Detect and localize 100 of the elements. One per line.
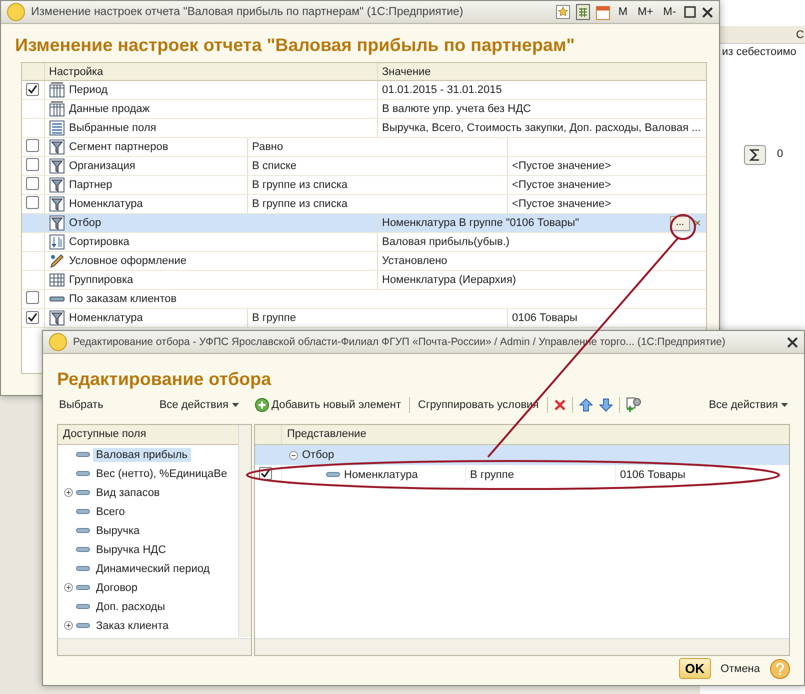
settings-row[interactable]: По заказам клиентов: [22, 290, 706, 309]
expand-icon[interactable]: [64, 621, 73, 630]
settings-icon[interactable]: [626, 397, 642, 413]
field-item[interactable]: Выручка: [93, 524, 143, 538]
actions-menu[interactable]: Все действия: [157, 399, 240, 411]
column-header: Представление: [281, 425, 789, 444]
checkbox[interactable]: [26, 158, 39, 171]
help-icon[interactable]: [770, 658, 790, 678]
down-arrow-icon[interactable]: [598, 398, 613, 412]
sort-icon: [49, 234, 65, 250]
form-heading: Редактирование отбора: [56, 368, 272, 391]
delete-icon[interactable]: [554, 399, 566, 411]
settings-row[interactable]: Выбранные поля Выручка, Всего, Стоимость закупки, Доп. расходы, Валовая ...: [22, 119, 706, 138]
group-label[interactable]: Отбор: [302, 449, 334, 461]
settings-row[interactable]: Партнер В группе из списка <Пустое значение>: [22, 176, 706, 195]
setting-value: Номенклатура В группе "0106 Товары": [382, 217, 580, 229]
column-header: Настройка: [44, 63, 377, 80]
settings-row[interactable]: Номенклатура В группе 0106 Товары: [22, 309, 706, 328]
setting-name: Условное оформление: [69, 255, 186, 267]
setting-name: Номенклатура: [69, 312, 143, 324]
sum-button[interactable]: [744, 145, 766, 165]
scrollbar[interactable]: [58, 638, 251, 655]
setting-name: Партнер: [69, 179, 112, 191]
scrollbar[interactable]: [255, 638, 789, 655]
filter-icon: [49, 177, 65, 193]
checkbox[interactable]: [26, 196, 39, 209]
setting-name: Отбор: [69, 217, 102, 229]
field-icon: [76, 547, 90, 552]
field-item[interactable]: Вес (нетто), %ЕдиницаВе: [93, 466, 230, 480]
actions-menu[interactable]: Все действия: [706, 399, 790, 411]
collapse-icon[interactable]: [289, 450, 298, 460]
settings-row[interactable]: Отбор Номенклатура В группе "0106 Товары" ... ×: [22, 214, 706, 233]
close-icon[interactable]: [787, 336, 798, 348]
filter-icon: [49, 196, 65, 212]
field-icon: [76, 471, 90, 476]
condition-cell: В группе: [465, 465, 615, 484]
setting-value: Валовая прибыль(убыв.): [382, 236, 510, 248]
field-item[interactable]: Договор: [93, 580, 141, 594]
memory-button[interactable]: M-: [661, 6, 678, 18]
setting-name: Сегмент партнеров: [69, 141, 168, 153]
expand-icon[interactable]: [64, 583, 73, 592]
settings-row[interactable]: Сегмент партнеров Равно: [22, 138, 706, 157]
condition-value: Равно: [252, 141, 284, 153]
checkbox[interactable]: [26, 82, 39, 96]
filter-icon: [49, 310, 65, 326]
settings-row[interactable]: Период 01.01.2015 - 31.01.2015: [22, 81, 706, 100]
columns-icon: [49, 82, 65, 98]
setting-name: Период: [69, 84, 108, 96]
setting-name: Данные продаж: [69, 103, 150, 115]
setting-value: Выручка, Всего, Стоимость закупки, Доп. расходы, Валовая ...: [382, 122, 701, 134]
calendar-icon[interactable]: [596, 4, 610, 20]
up-arrow-icon[interactable]: [578, 398, 593, 412]
ok-button[interactable]: OK: [679, 658, 711, 679]
field-item[interactable]: Выручка НДС: [93, 542, 170, 556]
star-icon[interactable]: [556, 5, 570, 19]
settings-row[interactable]: Группировка Номенклатура (Иерархия): [22, 271, 706, 290]
setting-value: 01.01.2015 - 31.01.2015: [382, 84, 502, 96]
setting-name: По заказам клиентов: [69, 293, 177, 305]
field-item[interactable]: Динамический период: [93, 562, 213, 576]
field-item[interactable]: Заказ клиента: [93, 618, 172, 632]
close-icon[interactable]: [702, 6, 713, 18]
filter-icon: [49, 158, 65, 174]
settings-row[interactable]: Данные продаж В валюте упр. учета без НДС: [22, 100, 706, 119]
condition-value: В группе: [252, 312, 296, 324]
field-icon: [76, 452, 90, 457]
field-icon: [49, 296, 65, 302]
column-header: Значение: [377, 63, 706, 80]
field-icon: [326, 472, 340, 477]
cancel-button[interactable]: Отмена: [718, 662, 762, 674]
caret-icon: [781, 403, 788, 407]
field-item[interactable]: Всего: [93, 504, 128, 518]
select-button[interactable]: Выбрать: [57, 399, 106, 411]
checkbox[interactable]: [26, 177, 39, 190]
field-item[interactable]: Доп. расходы: [93, 600, 168, 614]
setting-name: Номенклатура: [69, 198, 143, 210]
expand-icon[interactable]: [64, 488, 73, 497]
field-name: Номенклатура: [344, 468, 418, 480]
checkbox[interactable]: [26, 291, 39, 304]
setting-name: Организация: [69, 160, 136, 172]
add-element-button[interactable]: Добавить новый элемент: [252, 398, 404, 412]
memory-button[interactable]: M: [616, 6, 630, 18]
memory-button[interactable]: M+: [636, 6, 656, 18]
checkbox[interactable]: [26, 310, 39, 324]
logo-icon: [7, 3, 25, 21]
scrollbar[interactable]: [238, 425, 251, 637]
settings-row[interactable]: Условное оформление Установлено: [22, 252, 706, 271]
maximize-icon[interactable]: [684, 6, 696, 18]
checkbox[interactable]: [26, 139, 39, 152]
field-item[interactable]: Валовая прибыль: [93, 448, 191, 462]
field-icon: [76, 566, 90, 571]
field-item[interactable]: Вид запасов: [93, 486, 163, 500]
settings-row[interactable]: Организация В списке <Пустое значение>: [22, 157, 706, 176]
sum-value: 0: [777, 148, 784, 160]
clear-button[interactable]: ×: [694, 216, 704, 230]
settings-row[interactable]: Сортировка Валовая прибыль(убыв.): [22, 233, 706, 252]
field-icon: [76, 528, 90, 533]
highlight-circle: [670, 214, 696, 240]
calculator-icon[interactable]: [576, 4, 590, 20]
form-heading: Изменение настроек отчета "Валовая прибыль по партнерам": [14, 34, 576, 57]
setting-value: 0106 Товары: [512, 312, 578, 324]
